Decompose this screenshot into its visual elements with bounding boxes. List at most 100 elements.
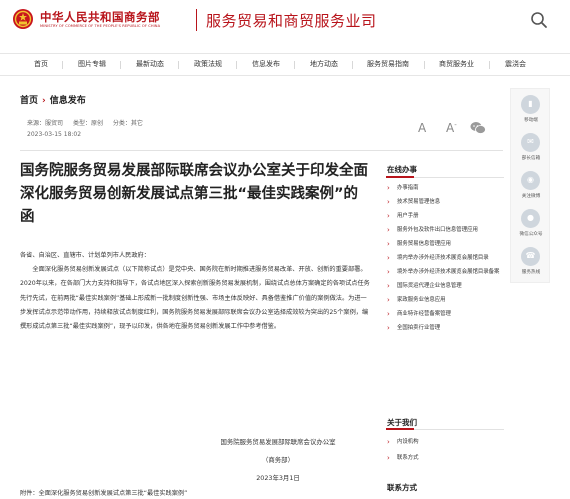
sidebar-online-title: 在线办事 — [387, 165, 417, 174]
chevron-right-icon: › — [387, 254, 390, 262]
meta-category: 分类：其它 — [112, 120, 143, 127]
signature-date: 2023年3月1日 — [256, 474, 300, 482]
article-greeting: 各省、自治区、直辖市、计划单列市人民政府： — [20, 252, 150, 259]
chevron-right-icon: › — [387, 454, 390, 462]
font-size-minus: - — [454, 121, 457, 129]
chevron-right-icon: › — [387, 226, 390, 234]
sidebar-item-departments[interactable]: › 内设机构 — [386, 438, 504, 446]
article-paragraph: 全面深化服务贸易创新发展试点（以下简称试点）是党中央、国务院在新时期推进服务贸易… — [20, 266, 370, 331]
search-icon[interactable] — [529, 10, 549, 30]
nav-item-info-release[interactable]: 信息发布 — [252, 54, 280, 75]
chevron-right-icon: › — [387, 268, 390, 276]
weibo-icon: ◉ — [521, 171, 540, 190]
font-size-label: A — [418, 121, 427, 135]
national-emblem-icon — [13, 9, 33, 29]
nav-item-commerce-services[interactable]: 商贸服务业 — [439, 54, 474, 75]
sidebar-item-overseas-expo[interactable]: › 境外举办涉外经济技术展览会展馆目录备案 — [386, 268, 504, 276]
article-body: 各省、自治区、直辖市、计划单列市人民政府： 全面深化服务贸易创新发展试点（以下简… — [20, 249, 372, 334]
nav-item-photo-album[interactable]: 图片专辑 — [78, 54, 106, 75]
font-size-label: A — [446, 121, 455, 135]
ministry-name[interactable]: 中华人民共和国商务部 — [40, 9, 160, 25]
chevron-right-icon: › — [387, 240, 390, 248]
ministry-name-en: MINISTRY OF COMMERCE OF THE PEOPLE'S REP… — [40, 24, 161, 28]
sidebar-item-outsourcing[interactable]: › 服务外包及软件出口信息管理应用 — [386, 226, 504, 234]
sidebar-item-label: 服务贸易信息管理应用 — [397, 241, 451, 247]
chevron-right-icon: › — [387, 282, 390, 290]
sidebar-about-list: › 内设机构 › 联系方式 — [386, 438, 504, 462]
float-label: 关注微博 — [521, 194, 541, 199]
breadcrumb-separator-icon: › — [42, 96, 46, 106]
float-label: 微信公众号 — [519, 232, 543, 237]
nav-divider — [489, 61, 490, 69]
sidebar-item-tech-trade[interactable]: › 技术贸易管理信息 — [386, 198, 504, 206]
publish-date: 2023-03-15 18:02 — [27, 131, 82, 138]
sidebar-item-guide[interactable]: › 办事指南 — [386, 184, 504, 192]
nav-item-trade-guide[interactable]: 服务贸易指南 — [367, 54, 409, 75]
sidebar-item-label: 境外举办涉外经济技术展览会展馆目录备案 — [397, 269, 500, 275]
meta-source: 来源：服贸司 — [27, 120, 64, 127]
sidebar-accent — [386, 176, 414, 178]
nav-divider — [178, 61, 179, 69]
nav-item-policies[interactable]: 政策法规 — [194, 54, 222, 75]
sidebar-item-auction[interactable]: › 全国拍卖行业管理 — [386, 324, 504, 332]
nav-item-expo[interactable]: 震浇会 — [505, 54, 526, 75]
sidebar-item-label: 用户手册 — [397, 213, 419, 219]
site-title[interactable]: 服务贸易和商贸服务业司 — [206, 10, 377, 31]
sidebar-item-domestic-expo[interactable]: › 境内举办涉外经济技术展览会展馆目录 — [386, 254, 504, 262]
mail-icon: ✉ — [521, 133, 540, 152]
sidebar-item-label: 内设机构 — [397, 439, 419, 445]
sidebar-item-franchise[interactable]: › 商业特许经营备案管理 — [386, 310, 504, 318]
sidebar-item-label: 办事指南 — [397, 185, 419, 191]
chevron-right-icon: › — [387, 198, 390, 206]
article-title: 国务院服务贸易发展部际联席会议办公室关于印发全面深化服务贸易创新发展试点第三批“… — [20, 163, 368, 225]
sidebar-item-manual[interactable]: › 用户手册 — [386, 212, 504, 220]
article-signature: 国务院服务贸易发展部际联席会议办公室 （商务部） 2023年3月1日 — [188, 433, 368, 487]
site-header: 中华人民共和国商务部 MINISTRY OF COMMERCE OF THE P… — [0, 0, 570, 40]
breadcrumb-current[interactable]: 信息发布 — [50, 96, 86, 106]
sidebar-item-label: 家政服务业信息应用 — [397, 297, 446, 303]
chevron-right-icon: › — [387, 184, 390, 192]
sidebar-contact-title: 联系方式 — [387, 483, 417, 492]
nav-divider — [352, 61, 353, 69]
header-divider — [196, 9, 197, 31]
sidebar-item-contact[interactable]: › 联系方式 — [386, 454, 504, 462]
sidebar-item-domestic-service[interactable]: › 家政服务业信息应用 — [386, 296, 504, 304]
chevron-right-icon: › — [387, 310, 390, 318]
chevron-right-icon: › — [387, 296, 390, 304]
sidebar-item-label: 商业特许经营备案管理 — [397, 311, 451, 317]
sidebar-item-label: 技术贸易管理信息 — [397, 199, 441, 205]
nav-item-local-news[interactable]: 地方动态 — [310, 54, 338, 75]
nav-divider — [236, 61, 237, 69]
sidebar-item-label: 联系方式 — [397, 455, 419, 461]
sidebar-item-label: 全国拍卖行业管理 — [397, 325, 441, 331]
nav-divider — [62, 61, 63, 69]
wechat-icon[interactable] — [470, 121, 486, 135]
float-label: 部长信箱 — [521, 156, 541, 161]
attachment-link[interactable]: 附件：全面深化服务贸易创新发展试点第三批“最佳实践案例” — [20, 488, 187, 497]
mobile-icon: ▮ — [521, 95, 540, 114]
main-nav: 首页 图片专辑 最新动态 政策法规 信息发布 地方动态 服务贸易指南 商贸服务业… — [0, 53, 570, 76]
article-meta: 来源：服贸司 类型：原创 分类：其它 — [27, 118, 151, 127]
nav-item-latest-news[interactable]: 最新动态 — [136, 54, 164, 75]
chevron-right-icon: › — [387, 438, 390, 446]
nav-item-home[interactable]: 首页 — [34, 54, 48, 75]
sidebar-online-list: › 办事指南 › 技术贸易管理信息 › 用户手册 › 服务外包及软件出口信息管理应用 ›… — [386, 184, 504, 332]
header-rule — [20, 150, 503, 151]
font-size-increase-button[interactable]: A — [418, 121, 426, 135]
chevron-right-icon: › — [387, 324, 390, 332]
wechat-icon: ● — [521, 209, 540, 228]
sidebar-item-freight[interactable]: › 国际货运代理企业信息管理 — [386, 282, 504, 290]
breadcrumb: 首页 › 信息发布 — [20, 93, 86, 106]
float-label: 移动端 — [524, 118, 538, 123]
sidebar-about-title: 关于我们 — [387, 418, 417, 427]
service-icon: ☎ — [521, 247, 540, 266]
floating-toolbar: ▮ 移动端 ✉ 部长信箱 ◉ 关注微博 ● 微信公众号 ☎ 服务热线 — [510, 88, 550, 283]
sidebar-item-label: 服务外包及软件出口信息管理应用 — [397, 227, 478, 233]
font-size-decrease-button[interactable]: A- — [446, 121, 457, 135]
breadcrumb-home[interactable]: 首页 — [20, 96, 38, 106]
nav-divider — [120, 61, 121, 69]
nav-divider — [424, 61, 425, 69]
float-label: 服务热线 — [521, 270, 541, 275]
sidebar-item-service-trade-info[interactable]: › 服务贸易信息管理应用 — [386, 240, 504, 248]
sidebar-item-label: 国际货运代理企业信息管理 — [397, 283, 462, 289]
